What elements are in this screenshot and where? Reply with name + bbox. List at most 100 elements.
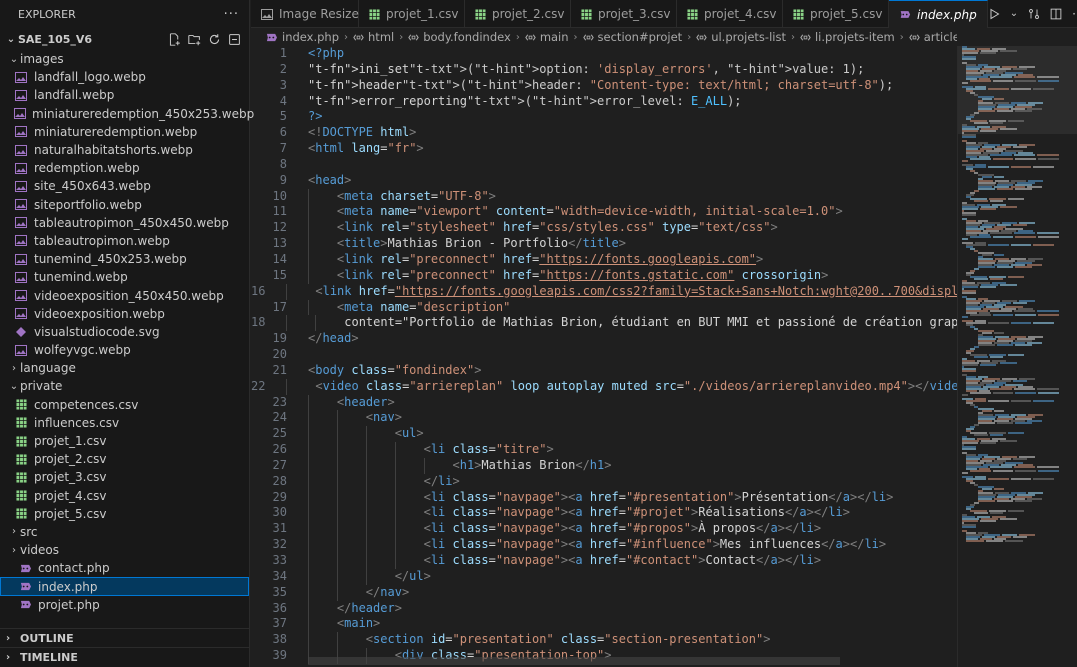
code-editor[interactable]: 1 <?php 2 "t-fn">ini_set"t-txt">("t-hint">o… (251, 46, 957, 667)
code-line[interactable]: 15 <link rel="preconnect" href="https://… (251, 267, 957, 284)
tree-item[interactable]: tableautropimon_450x450.webp (0, 214, 249, 232)
tree-item[interactable]: projet_3.csv (0, 468, 249, 486)
code-line[interactable]: 23 <header> (251, 394, 957, 411)
code-line[interactable]: 22 <video class="arriereplan" loop autop… (251, 378, 957, 395)
code-line[interactable]: 29 <li class="navpage"><a href="#present… (251, 489, 957, 506)
tree-item[interactable]: projet_4.csv (0, 487, 249, 505)
code-line[interactable]: 34 </ul> (251, 568, 957, 585)
code-line[interactable]: 14 <link rel="preconnect" href="https://… (251, 251, 957, 268)
code-line[interactable]: 17 <meta name="description" (251, 299, 957, 316)
code-line[interactable]: 27 <h1>Mathias Brion</h1> (251, 457, 957, 474)
tab-projet-1-csv[interactable]: projet_1.csv (359, 0, 465, 28)
code-line[interactable]: 20 (251, 347, 957, 363)
code-line[interactable]: 33 <li class="navpage"><a href="#contact… (251, 553, 957, 569)
tree-item[interactable]: redemption.webp (0, 159, 249, 177)
code-line[interactable]: 9 <head> (251, 173, 957, 189)
breadcrumb-item[interactable]: index.php (265, 30, 339, 44)
code-line[interactable]: 21 <body class="fondindex"> (251, 363, 957, 379)
code-line[interactable]: 13 <title>Mathias Brion - Portfolio</tit… (251, 236, 957, 252)
code-line[interactable]: 5 ?> (251, 109, 957, 125)
tree-item[interactable]: › videos (0, 541, 249, 559)
collapse-all-icon[interactable] (227, 32, 241, 46)
tree-item[interactable]: visualstudiocode.svg (0, 323, 249, 341)
tab-image-resize[interactable]: Image Resize (251, 0, 359, 28)
code-line[interactable]: 28 </li> (251, 473, 957, 490)
tree-item[interactable]: siteportfolio.webp (0, 196, 249, 214)
refresh-icon[interactable] (207, 32, 221, 46)
code-line[interactable]: 4 "t-fn">error_reporting"t-txt">("t-hint"… (251, 94, 957, 110)
code-line[interactable]: 6 <!DOCTYPE html> (251, 125, 957, 141)
tab-projet-4-csv[interactable]: projet_4.csv (677, 0, 783, 28)
tree-item[interactable]: › src (0, 523, 249, 541)
breadcrumb-item[interactable]: html (353, 30, 394, 44)
code-line[interactable]: 1 <?php (251, 46, 957, 62)
minimap[interactable] (957, 46, 1077, 667)
tree-item[interactable]: videoexposition_450x450.webp (0, 286, 249, 304)
more-actions-icon[interactable]: ··· (1072, 7, 1077, 21)
chevron-down-icon[interactable]: ⌄ (1010, 8, 1018, 19)
tab-projet-5-csv[interactable]: projet_5.csv (783, 0, 889, 28)
tree-item[interactable]: projet_1.csv (0, 432, 249, 450)
tree-item[interactable]: naturalhabitatshorts.webp (0, 141, 249, 159)
code-line[interactable]: 38 <section id="presentation" class="sec… (251, 632, 957, 649)
tree-item[interactable]: videoexposition.webp (0, 305, 249, 323)
code-line[interactable]: 3 "t-fn">header"t-txt">("t-hint">header: … (251, 78, 957, 94)
code-line[interactable]: 7 <html lang="fr"> (251, 141, 957, 157)
code-line[interactable]: 2 "t-fn">ini_set"t-txt">("t-hint">option:… (251, 62, 957, 78)
tree-item[interactable]: landfall_logo.webp (0, 68, 249, 86)
code-line[interactable]: 12 <link rel="stylesheet" href="css/styl… (251, 220, 957, 237)
tree-item[interactable]: › language (0, 359, 249, 377)
tree-item[interactable]: projet_5.csv (0, 505, 249, 523)
code-line[interactable]: 31 <li class="navpage"><a href="#propos"… (251, 521, 957, 538)
tree-item[interactable]: index.php (0, 577, 249, 596)
breadcrumb-item[interactable]: body.fondindex (408, 30, 511, 44)
breadcrumb-item[interactable]: main (525, 30, 569, 44)
tab-projet-2-csv[interactable]: projet_2.csv (465, 0, 571, 28)
more-actions-icon[interactable]: ··· (224, 7, 239, 22)
code-line[interactable]: 8 (251, 157, 957, 173)
tree-item[interactable]: tunemind.webp (0, 268, 249, 286)
code-line[interactable]: 10 <meta charset="UTF-8"> (251, 188, 957, 205)
code-line[interactable]: 36 </header> (251, 600, 957, 617)
code-line[interactable]: 37 <main> (251, 616, 957, 633)
tree-item[interactable]: site_450x643.webp (0, 177, 249, 195)
code-line[interactable]: 24 <nav> (251, 410, 957, 427)
tree-item[interactable]: influences.csv (0, 414, 249, 432)
tree-item[interactable]: tableautropimon.webp (0, 232, 249, 250)
new-file-icon[interactable] (167, 32, 181, 46)
breadcrumb-item[interactable]: li.projets-item (800, 30, 895, 44)
tree-item[interactable]: miniatureredemption.webp (0, 123, 249, 141)
project-root[interactable]: ⌄ SAE_105_V6 (0, 28, 249, 50)
run-icon[interactable] (988, 8, 1000, 20)
tree-item[interactable]: miniatureredemption_450x253.webp (0, 105, 254, 123)
code-line[interactable]: 35 </nav> (251, 584, 957, 601)
tree-item[interactable]: wolfeyvgc.webp (0, 341, 249, 359)
code-line[interactable]: 32 <li class="navpage"><a href="#influen… (251, 537, 957, 553)
compare-icon[interactable] (1028, 8, 1040, 20)
new-folder-icon[interactable] (187, 32, 201, 46)
code-line[interactable]: 16 <link href="https://fonts.googleapis.… (251, 283, 957, 300)
tree-item[interactable]: tunemind_450x253.webp (0, 250, 249, 268)
tree-item[interactable]: projet_2.csv (0, 450, 249, 468)
tree-item[interactable]: projet.php (0, 596, 249, 614)
tab-index-php[interactable]: index.php (889, 0, 988, 28)
code-line[interactable]: 26 <li class="titre"> (251, 442, 957, 458)
outline-section[interactable]: › OUTLINE (0, 628, 250, 648)
breadcrumb-item[interactable]: article (908, 30, 957, 44)
breadcrumb-item[interactable]: section#projet (582, 30, 682, 44)
breadcrumb-item[interactable]: ul.projets-list (696, 30, 786, 44)
code-line[interactable]: 18 content="Portfolio de Mathias Brion, … (251, 315, 957, 332)
timeline-section[interactable]: › TIMELINE (0, 647, 250, 667)
tree-item[interactable]: landfall.webp (0, 86, 249, 104)
tree-item[interactable]: competences.csv (0, 396, 249, 414)
tree-item[interactable]: contact.php (0, 559, 249, 577)
tab-projet-3-csv[interactable]: projet_3.csv (571, 0, 677, 28)
code-line[interactable]: 11 <meta name="viewport" content="width=… (251, 204, 957, 221)
code-line[interactable]: 30 <li class="navpage"><a href="#projet"… (251, 505, 957, 522)
tree-item[interactable]: ⌄ private (0, 377, 249, 395)
horizontal-scrollbar[interactable] (308, 657, 840, 665)
code-line[interactable]: 25 <ul> (251, 426, 957, 443)
tree-item[interactable]: ⌄ images (0, 50, 249, 68)
code-line[interactable]: 19 </head> (251, 331, 957, 347)
split-editor-icon[interactable] (1050, 8, 1062, 20)
